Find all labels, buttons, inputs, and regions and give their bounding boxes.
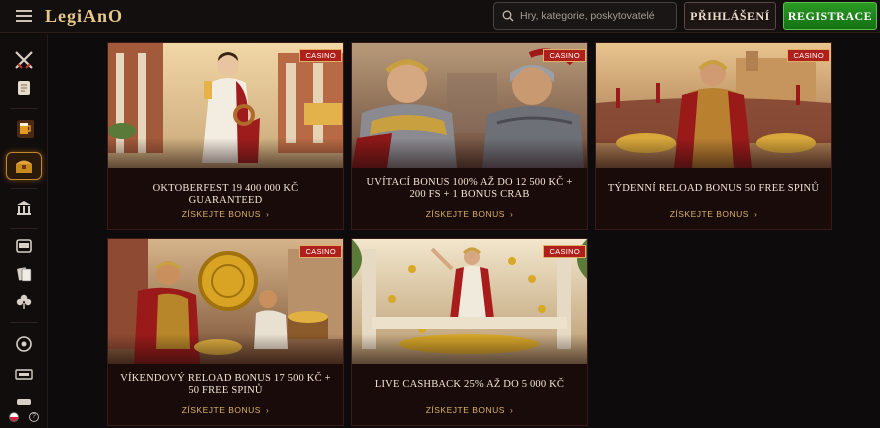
sidebar-item-bank[interactable] bbox=[6, 194, 42, 222]
promo-title: VÍKENDOVÝ RELOAD BONUS 17 500 KČ + 50 FR… bbox=[120, 373, 331, 396]
slot-machine-icon bbox=[16, 239, 32, 253]
cards-icon bbox=[17, 267, 32, 282]
promo-card-weekly-reload[interactable]: CASINO TÝDENNÍ RELOAD BONUS 50 FREE SPIN… bbox=[595, 42, 832, 230]
sidebar-item-slots[interactable] bbox=[6, 232, 42, 260]
get-bonus-link[interactable]: ZÍSKEJTE BONUS › bbox=[596, 209, 831, 219]
promo-title: TÝDENNÍ RELOAD BONUS 50 FREE SPINŮ bbox=[607, 183, 820, 194]
sidebar-footer: ? bbox=[0, 406, 48, 428]
scroll-icon bbox=[18, 81, 30, 95]
sidebar-item-table-games[interactable] bbox=[6, 288, 42, 316]
promo-card-weekend-reload[interactable]: CASINO VÍKENDOVÝ RELOAD BONUS 17 500 KČ … bbox=[107, 238, 344, 426]
bank-icon bbox=[17, 201, 31, 215]
chevron-right-icon: › bbox=[265, 405, 270, 415]
sidebar-item-cards[interactable] bbox=[6, 260, 42, 288]
get-bonus-link[interactable]: ZÍSKEJTE BONUS › bbox=[108, 209, 343, 219]
top-bar: LegiAnO PŘIHLÁŠENÍ REGISTRACE bbox=[0, 0, 880, 33]
chevron-right-icon: › bbox=[509, 405, 514, 415]
chevron-right-icon: › bbox=[753, 209, 758, 219]
casino-badge: CASINO bbox=[299, 49, 342, 62]
casino-badge: CASINO bbox=[543, 245, 586, 258]
search-box[interactable] bbox=[493, 2, 677, 30]
czech-flag-icon[interactable] bbox=[9, 412, 19, 422]
roulette-icon bbox=[16, 336, 32, 352]
sidebar: ? bbox=[0, 34, 48, 428]
get-bonus-link[interactable]: ZÍSKEJTE BONUS › bbox=[352, 209, 587, 219]
login-button[interactable]: PŘIHLÁŠENÍ bbox=[684, 2, 776, 30]
sidebar-item-roulette[interactable] bbox=[6, 330, 42, 358]
beer-mug-icon bbox=[17, 120, 34, 138]
chevron-right-icon: › bbox=[265, 209, 270, 219]
search-icon bbox=[502, 10, 514, 22]
sidebar-item-swords[interactable] bbox=[6, 46, 42, 74]
casino-badge: CASINO bbox=[543, 49, 586, 62]
promo-title: LIVE CASHBACK 25% AŽ DO 5 000 KČ bbox=[374, 379, 565, 390]
sidebar-item-live[interactable] bbox=[6, 360, 42, 388]
question-icon[interactable]: ? bbox=[29, 412, 39, 422]
menu-icon[interactable] bbox=[16, 10, 32, 22]
casino-badge: CASINO bbox=[299, 245, 342, 258]
promo-title: OKTOBERFEST 19 400 000 KČ GUARANTEED bbox=[152, 183, 299, 206]
promo-card-oktoberfest[interactable]: CASINO OKTOBERFEST 19 400 000 KČ GUARANT… bbox=[107, 42, 344, 230]
promo-title: UVÍTACÍ BONUS 100% AŽ DO 12 500 KČ + 200… bbox=[366, 177, 573, 200]
sidebar-item-oktoberfest[interactable] bbox=[6, 114, 42, 142]
get-bonus-link[interactable]: ZÍSKEJTE BONUS › bbox=[352, 405, 587, 415]
register-button[interactable]: REGISTRACE bbox=[783, 2, 877, 30]
chevron-right-icon: › bbox=[509, 209, 514, 219]
promo-card-welcome[interactable]: CASINO UVÍTACÍ BONUS 100% AŽ DO 12 500 K… bbox=[351, 42, 588, 230]
logo[interactable]: LegiAnO bbox=[45, 6, 123, 27]
crossed-swords-icon bbox=[15, 51, 33, 69]
sidebar-item-promotions[interactable] bbox=[6, 152, 42, 180]
promo-card-live-cashback[interactable]: CASINO LIVE CASHBACK 25% AŽ DO 5 000 KČ … bbox=[351, 238, 588, 426]
search-input[interactable] bbox=[520, 7, 670, 25]
treasure-chest-icon bbox=[16, 160, 32, 173]
clover-icon bbox=[16, 294, 32, 309]
sidebar-item-scroll[interactable] bbox=[6, 74, 42, 102]
casino-badge: CASINO bbox=[787, 49, 830, 62]
get-bonus-link[interactable]: ZÍSKEJTE BONUS › bbox=[108, 405, 343, 415]
live-icon bbox=[15, 369, 33, 380]
